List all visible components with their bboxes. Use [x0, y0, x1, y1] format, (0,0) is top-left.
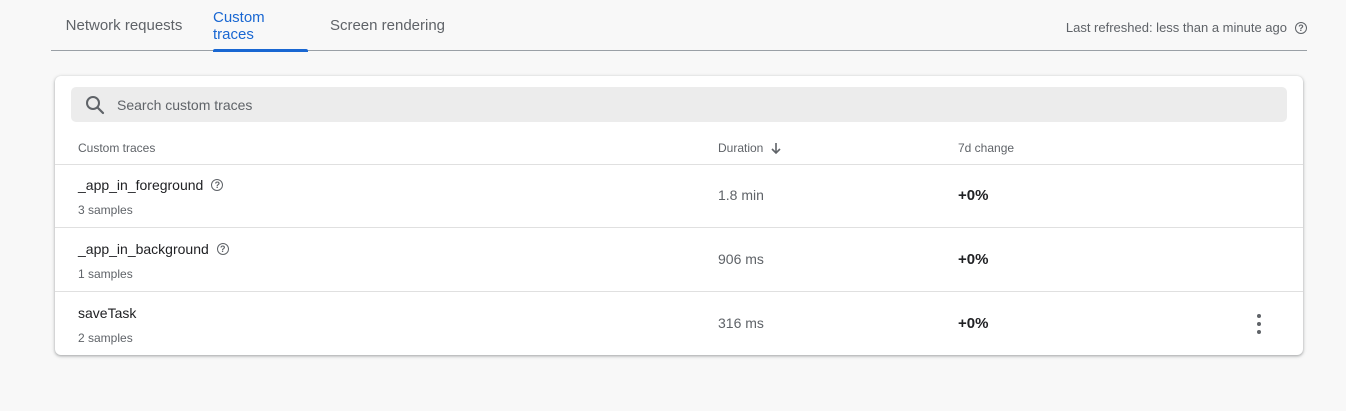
- search-bar[interactable]: [71, 87, 1287, 122]
- trace-samples: 3 samples: [78, 203, 133, 217]
- table-row[interactable]: saveTask 2 samples 316 ms +0%: [55, 292, 1303, 356]
- last-refreshed-label: Last refreshed: less than a minute ago: [1065, 20, 1287, 35]
- last-refreshed: Last refreshed: less than a minute ago ?: [1066, 20, 1307, 35]
- trace-samples: 1 samples: [78, 267, 133, 281]
- trace-change: +0%: [958, 187, 989, 204]
- table-row[interactable]: _app_in_foreground ? 3 samples 1.8 min +…: [55, 164, 1303, 228]
- trace-name[interactable]: saveTask: [78, 305, 136, 321]
- search-input[interactable]: [115, 95, 1219, 114]
- more-options-icon[interactable]: [1247, 314, 1271, 334]
- column-header-custom-traces[interactable]: Custom traces: [78, 141, 155, 155]
- column-header-7d-change[interactable]: 7d change: [958, 141, 1014, 155]
- tab-screen-rendering[interactable]: Screen rendering: [324, 0, 451, 51]
- column-header-duration[interactable]: Duration: [718, 141, 783, 155]
- trace-duration: 906 ms: [718, 251, 764, 267]
- search-icon: [86, 95, 105, 114]
- trace-name-label: _app_in_foreground: [78, 177, 204, 193]
- help-icon[interactable]: ?: [216, 243, 229, 255]
- trace-duration: 1.8 min: [718, 187, 764, 203]
- trace-name[interactable]: _app_in_background ?: [78, 241, 229, 257]
- trace-samples: 2 samples: [78, 331, 133, 345]
- custom-traces-card: Custom traces Duration 7d change _app_in…: [55, 76, 1303, 355]
- trace-name-label: saveTask: [78, 305, 137, 321]
- trace-change: +0%: [958, 315, 989, 332]
- table-header: Custom traces Duration 7d change: [55, 132, 1303, 165]
- trace-name-label: _app_in_background: [78, 241, 209, 257]
- trace-name[interactable]: _app_in_foreground ?: [78, 177, 224, 193]
- trace-change: +0%: [958, 251, 989, 268]
- column-header-duration-label: Duration: [718, 141, 764, 155]
- trace-duration: 316 ms: [718, 315, 764, 331]
- help-icon[interactable]: ?: [211, 179, 224, 191]
- tab-custom-traces[interactable]: Custom traces: [213, 0, 308, 52]
- table-row[interactable]: _app_in_background ? 1 samples 906 ms +0…: [55, 228, 1303, 292]
- help-icon[interactable]: ?: [1295, 21, 1307, 34]
- tab-bar: Network requests Custom traces Screen re…: [51, 0, 1307, 52]
- tab-network-requests[interactable]: Network requests: [51, 0, 197, 51]
- arrow-down-icon: [771, 143, 781, 155]
